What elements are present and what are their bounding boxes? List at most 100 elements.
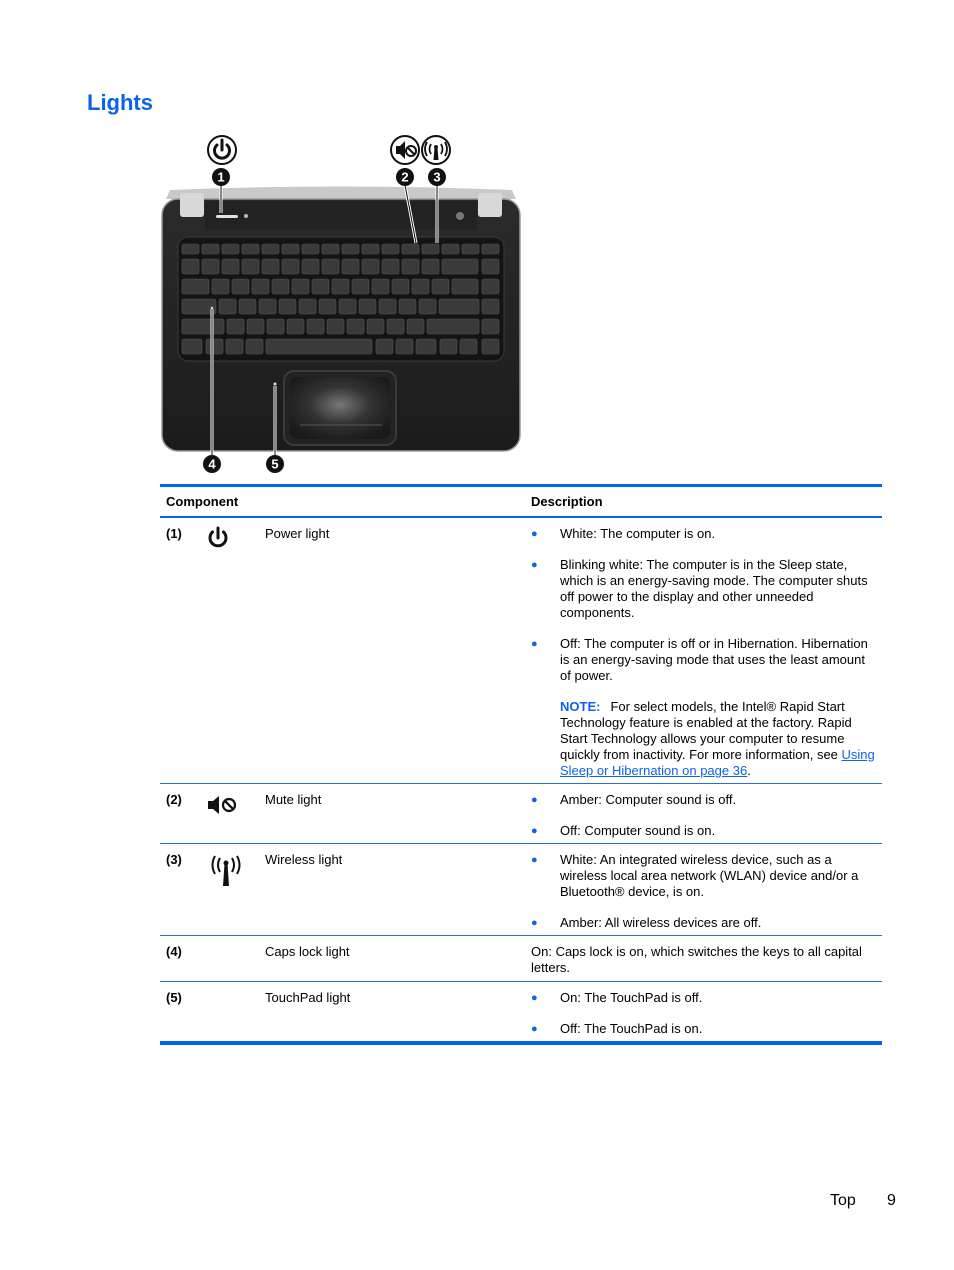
keyboard-key <box>326 318 345 335</box>
component-description: ● White: The computer is on. ● Blinking wh… <box>531 526 876 779</box>
keyboard-key <box>291 278 310 295</box>
description-bullet: ● Blinking white: The computer is in the … <box>531 557 868 620</box>
keyboard-key <box>226 318 245 335</box>
component-description: On: Caps lock is on, which switches the … <box>531 944 862 975</box>
description-bullet: ● On: The TouchPad is off. <box>531 990 703 1005</box>
row-number: (5) <box>166 990 182 1005</box>
keyboard-key <box>481 338 500 355</box>
keyboard-key <box>258 298 277 315</box>
component-name: Wireless light <box>265 852 343 867</box>
keyboard-key <box>481 278 500 295</box>
mute-icon <box>390 135 420 165</box>
callout-2: 2 <box>396 168 414 186</box>
keyboard-key <box>358 298 377 315</box>
callout-3: 3 <box>428 168 446 186</box>
row-number: (3) <box>166 852 182 867</box>
keyboard-key <box>221 243 240 255</box>
keyboard-key <box>238 298 257 315</box>
keyboard-key <box>401 243 420 255</box>
keyboard-key <box>461 243 480 255</box>
svg-text:4: 4 <box>208 457 216 472</box>
bullet-icon: ● <box>531 825 538 837</box>
row-number: (2) <box>166 792 182 807</box>
table-row-touchpad-light: (5) TouchPad light ● On: The TouchPad is … <box>160 982 882 1041</box>
keyboard-key <box>218 298 237 315</box>
svg-text:5: 5 <box>271 457 278 472</box>
keyboard-key <box>286 318 305 335</box>
laptop-illustration: 1 2 3 4 5 <box>161 135 521 473</box>
keyboard-key <box>245 338 264 355</box>
keyboard-key <box>205 338 224 355</box>
keyboard-key <box>426 318 480 335</box>
table-row-caps-lock-light: (4) Caps lock light On: Caps lock is on,… <box>160 936 882 982</box>
row-number: (1) <box>166 526 182 541</box>
bullet-icon: ● <box>531 794 538 806</box>
keyboard-key <box>181 318 225 335</box>
description-bullet: ● Off: Computer sound is on. <box>531 823 716 838</box>
svg-text:1: 1 <box>217 170 224 185</box>
keyboard-key <box>386 318 405 335</box>
keyboard-key <box>415 338 437 355</box>
description-bullet: ● White: An integrated wireless device, s… <box>531 852 859 899</box>
keyboard-key <box>381 243 400 255</box>
keyboard-key <box>481 318 500 335</box>
keyboard-key <box>301 258 320 275</box>
keyboard-key <box>306 318 325 335</box>
power-icon <box>206 526 230 555</box>
table-header: Component Description <box>160 487 882 516</box>
keyboard-key <box>451 278 479 295</box>
keyboard-key <box>401 258 420 275</box>
keyboard-key <box>261 243 280 255</box>
keyboard-key <box>321 258 340 275</box>
keyboard-key <box>421 258 440 275</box>
svg-text:2: 2 <box>401 170 408 185</box>
keyboard-key <box>366 318 385 335</box>
keyboard-key <box>261 258 280 275</box>
keyboard-key <box>371 278 390 295</box>
keyboard-key <box>481 298 500 315</box>
keyboard-key <box>281 258 300 275</box>
keyboard-key <box>378 298 397 315</box>
component-description: ● White: An integrated wireless device, s… <box>531 852 876 946</box>
keyboard-key <box>338 298 357 315</box>
keyboard-key <box>341 258 360 275</box>
footer-section: Top <box>830 1192 856 1209</box>
note: NOTE: For select models, the Intel® Rapid… <box>560 699 875 778</box>
keyboard-key <box>481 258 500 275</box>
wireless-icon <box>421 135 451 165</box>
keyboard-key <box>341 243 360 255</box>
keyboard-key <box>181 278 210 295</box>
keyboard-key <box>361 258 380 275</box>
keyboard-key <box>441 258 479 275</box>
table-row-wireless-light: (3) Wireless light ● White: An integrated… <box>160 844 882 936</box>
keyboard-key <box>278 298 297 315</box>
bullet-icon: ● <box>531 528 538 540</box>
keyboard-key <box>411 278 430 295</box>
keyboard-key <box>201 243 220 255</box>
bullet-icon: ● <box>531 992 538 1004</box>
keyboard-key <box>298 298 317 315</box>
keyboard-key <box>231 278 250 295</box>
keyboard-key <box>395 338 414 355</box>
bullet-icon: ● <box>531 638 538 650</box>
table-row-mute-light: (2) Mute light ● Amber: Computer sound is… <box>160 784 882 844</box>
laptop-lights-figure: 1 2 3 4 5 <box>160 133 522 478</box>
keyboard-key <box>418 298 437 315</box>
component-name: TouchPad light <box>265 990 351 1005</box>
keyboard-key <box>431 278 450 295</box>
bullet-icon: ● <box>531 559 538 571</box>
keyboard-key <box>439 338 458 355</box>
keyboard-key <box>281 243 300 255</box>
keyboard-key <box>391 278 410 295</box>
description-bullet: ● Off: The TouchPad is on. <box>531 1021 703 1036</box>
callout-1: 1 <box>212 168 230 186</box>
keyboard-key <box>211 278 230 295</box>
keyboard-key <box>318 298 337 315</box>
bullet-icon: ● <box>531 917 538 929</box>
keyboard-key <box>481 243 500 255</box>
keyboard-key <box>441 243 460 255</box>
mute-icon <box>206 794 240 821</box>
bullet-icon: ● <box>531 1023 538 1035</box>
keyboard-key <box>181 258 200 275</box>
note-label: NOTE: <box>560 699 601 714</box>
